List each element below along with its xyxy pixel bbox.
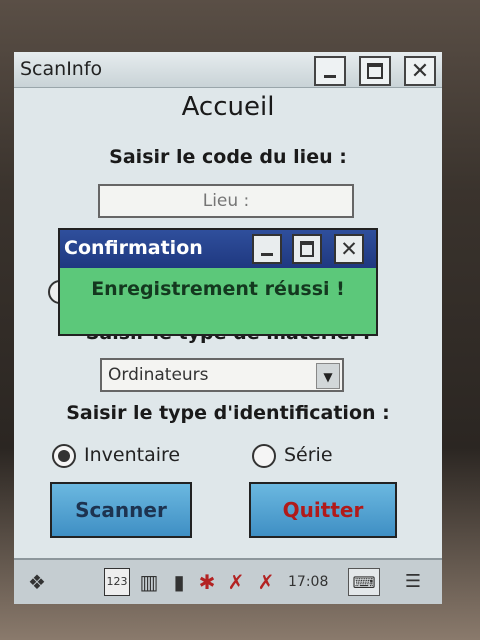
dialog-titlebar: Confirmation ✕ bbox=[60, 230, 376, 268]
dialog-maximize-button[interactable] bbox=[292, 234, 322, 264]
maximize-icon bbox=[361, 58, 389, 84]
dialog-minimize-button[interactable] bbox=[252, 234, 282, 264]
minimize-button[interactable] bbox=[314, 56, 346, 86]
scanner-button[interactable]: Scanner bbox=[50, 482, 192, 538]
radio-inventaire[interactable] bbox=[52, 444, 76, 468]
signal-off-icon[interactable]: ✗ bbox=[254, 568, 278, 596]
start-icon[interactable]: ❖ bbox=[20, 568, 54, 596]
quitter-button[interactable]: Quitter bbox=[249, 482, 397, 538]
menu-icon[interactable]: ☰ bbox=[398, 568, 428, 596]
type-identification-label: Saisir le type d'identification : bbox=[66, 402, 390, 424]
maximize-button[interactable] bbox=[359, 56, 391, 86]
radio-serie-label: Série bbox=[284, 444, 333, 466]
window-title: ScanInfo bbox=[20, 58, 103, 80]
calendar-icon[interactable]: 123 bbox=[104, 568, 130, 596]
device-screen: ScanInfo ✕ Accueil Saisir le code du lie… bbox=[14, 52, 442, 604]
type-materiel-select[interactable]: Ordinateurs ▼ bbox=[100, 358, 344, 392]
dialog-title: Confirmation bbox=[64, 237, 203, 259]
page-title: Accueil bbox=[181, 92, 275, 122]
taskbar: ❖ 123 ▥ ▮ ✱ ✗ ✗ 17:08 ⌨ ☰ bbox=[14, 558, 442, 604]
chevron-down-icon[interactable]: ▼ bbox=[316, 363, 340, 389]
clock[interactable]: 17:08 bbox=[288, 574, 328, 590]
barcode-icon[interactable]: ▥ bbox=[136, 568, 162, 596]
dialog-message: Enregistrement réussi ! bbox=[91, 278, 345, 300]
dialog-close-button[interactable]: ✕ bbox=[334, 234, 364, 264]
confirmation-dialog: Confirmation ✕ Enregistrement réussi ! bbox=[58, 228, 378, 336]
device-bezel: ScanInfo ✕ Accueil Saisir le code du lie… bbox=[0, 0, 480, 640]
close-button[interactable]: ✕ bbox=[404, 56, 436, 86]
type-materiel-value: Ordinateurs bbox=[108, 365, 209, 385]
radio-inventaire-label: Inventaire bbox=[84, 444, 181, 466]
lieu-label: Saisir le code du lieu : bbox=[109, 146, 347, 168]
close-icon: ✕ bbox=[410, 59, 430, 84]
battery-icon[interactable]: ▮ bbox=[168, 568, 190, 596]
lieu-input[interactable] bbox=[98, 184, 354, 218]
window-titlebar: ScanInfo ✕ bbox=[14, 52, 442, 88]
bluetooth-icon[interactable]: ✱ bbox=[196, 568, 218, 596]
keyboard-icon[interactable]: ⌨ bbox=[348, 568, 380, 596]
minimize-icon bbox=[316, 58, 344, 84]
wifi-off-icon[interactable]: ✗ bbox=[224, 568, 248, 596]
radio-serie[interactable] bbox=[252, 444, 276, 468]
